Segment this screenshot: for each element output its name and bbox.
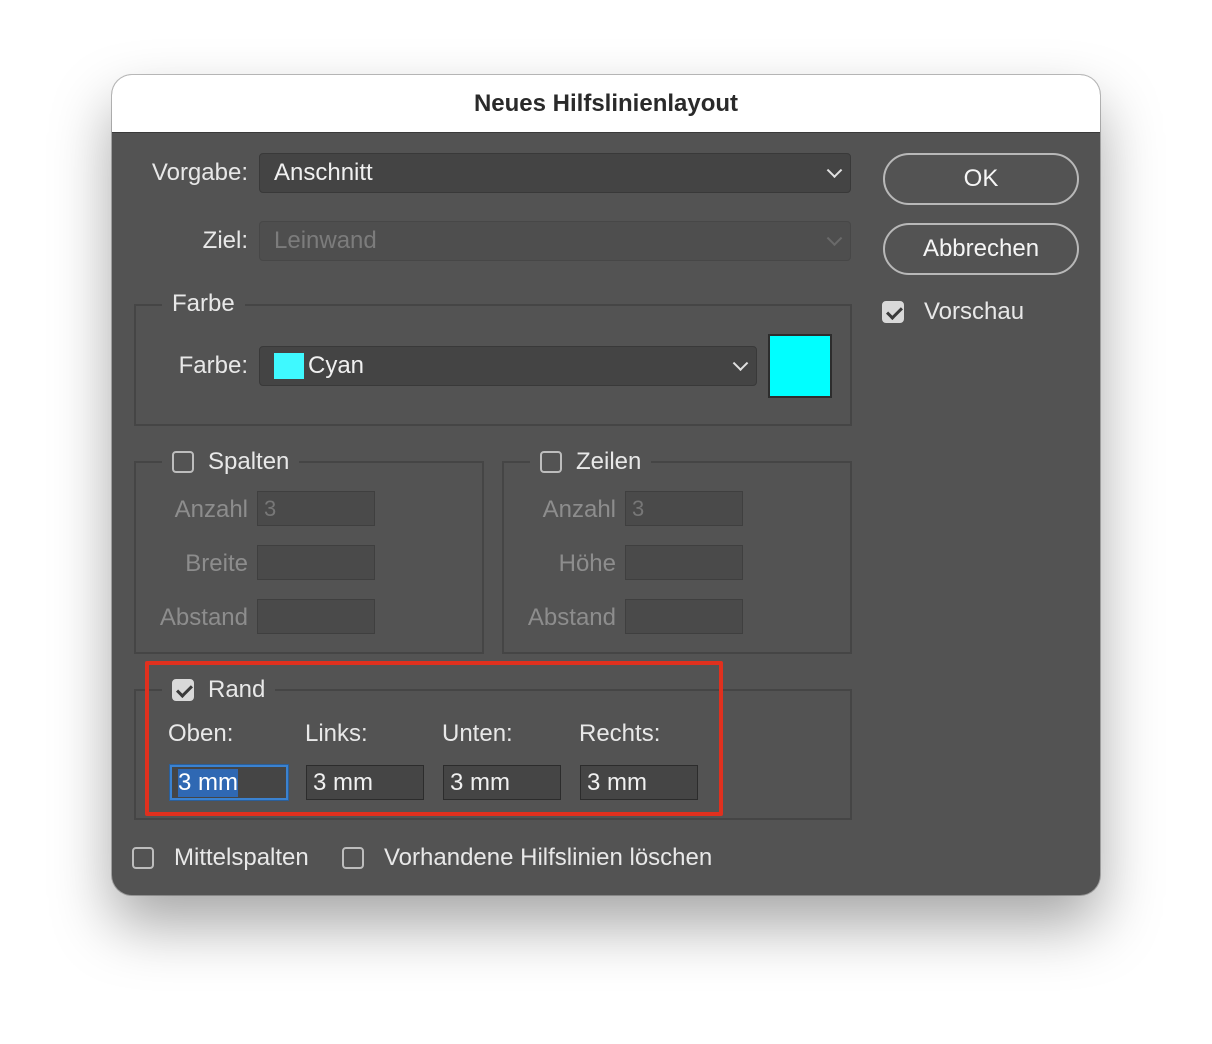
chevron-down-icon: [826, 162, 843, 179]
mittelspalten-label: Mittelspalten: [174, 844, 309, 871]
rand-highlight-box: [145, 661, 723, 816]
mittelspalten-checkbox[interactable]: [132, 847, 154, 869]
vorgabe-select[interactable]: Anschnitt: [259, 153, 851, 193]
guide-layout-dialog: Neues Hilfslinienlayout Vorgabe: Anschni…: [112, 75, 1100, 895]
spalten-label: Spalten: [208, 448, 290, 475]
spalten-breite-field: [257, 545, 375, 580]
farbe-group-label: Farbe: [172, 290, 235, 317]
dialog-title: Neues Hilfslinienlayout: [112, 75, 1100, 133]
spalten-breite-label: Breite: [185, 550, 248, 577]
chevron-down-icon: [732, 355, 749, 372]
farbe-group-legend: Farbe: [162, 289, 245, 319]
cancel-button[interactable]: Abbrechen: [883, 223, 1079, 275]
hilfslinien-loeschen-option[interactable]: Vorhandene Hilfslinien löschen: [342, 844, 712, 872]
preview-checkbox[interactable]: [882, 301, 904, 323]
preview-option[interactable]: Vorschau: [882, 298, 1024, 326]
ziel-label: Ziel:: [202, 227, 248, 254]
spalten-anzahl-label: Anzahl: [174, 496, 248, 523]
ziel-select: Leinwand: [259, 221, 851, 261]
vorgabe-label: Vorgabe:: [151, 159, 248, 186]
zeilen-abstand-field: [625, 599, 743, 634]
hilfslinien-loeschen-checkbox[interactable]: [342, 847, 364, 869]
farbe-select[interactable]: Cyan: [259, 346, 757, 386]
zeilen-checkbox[interactable]: [540, 451, 562, 473]
spalten-abstand-label: Abstand: [159, 604, 248, 631]
zeilen-legend[interactable]: Zeilen: [530, 447, 652, 477]
zeilen-hoehe-label: Höhe: [558, 550, 616, 577]
ok-button[interactable]: OK: [883, 153, 1079, 205]
spalten-legend[interactable]: Spalten: [162, 447, 300, 477]
farbe-label: Farbe:: [178, 352, 248, 379]
chevron-down-icon: [826, 230, 843, 247]
vorgabe-value: Anschnitt: [274, 159, 373, 186]
hilfslinien-loeschen-label: Vorhandene Hilfslinien löschen: [384, 844, 713, 871]
spalten-checkbox[interactable]: [172, 451, 194, 473]
zeilen-abstand-label: Abstand: [527, 604, 616, 631]
zeilen-anzahl-label: Anzahl: [542, 496, 616, 523]
zeilen-label: Zeilen: [576, 448, 642, 475]
zeilen-anzahl-field: 3: [625, 491, 743, 526]
farbe-value: Cyan: [308, 352, 365, 379]
spalten-anzahl-field: 3: [257, 491, 375, 526]
mittelspalten-option[interactable]: Mittelspalten: [132, 844, 309, 872]
cyan-swatch-icon: [274, 353, 304, 379]
zeilen-hoehe-field: [625, 545, 743, 580]
preview-label: Vorschau: [924, 298, 1025, 325]
ziel-value: Leinwand: [274, 227, 377, 254]
spalten-abstand-field: [257, 599, 375, 634]
color-swatch-button[interactable]: [768, 334, 832, 398]
